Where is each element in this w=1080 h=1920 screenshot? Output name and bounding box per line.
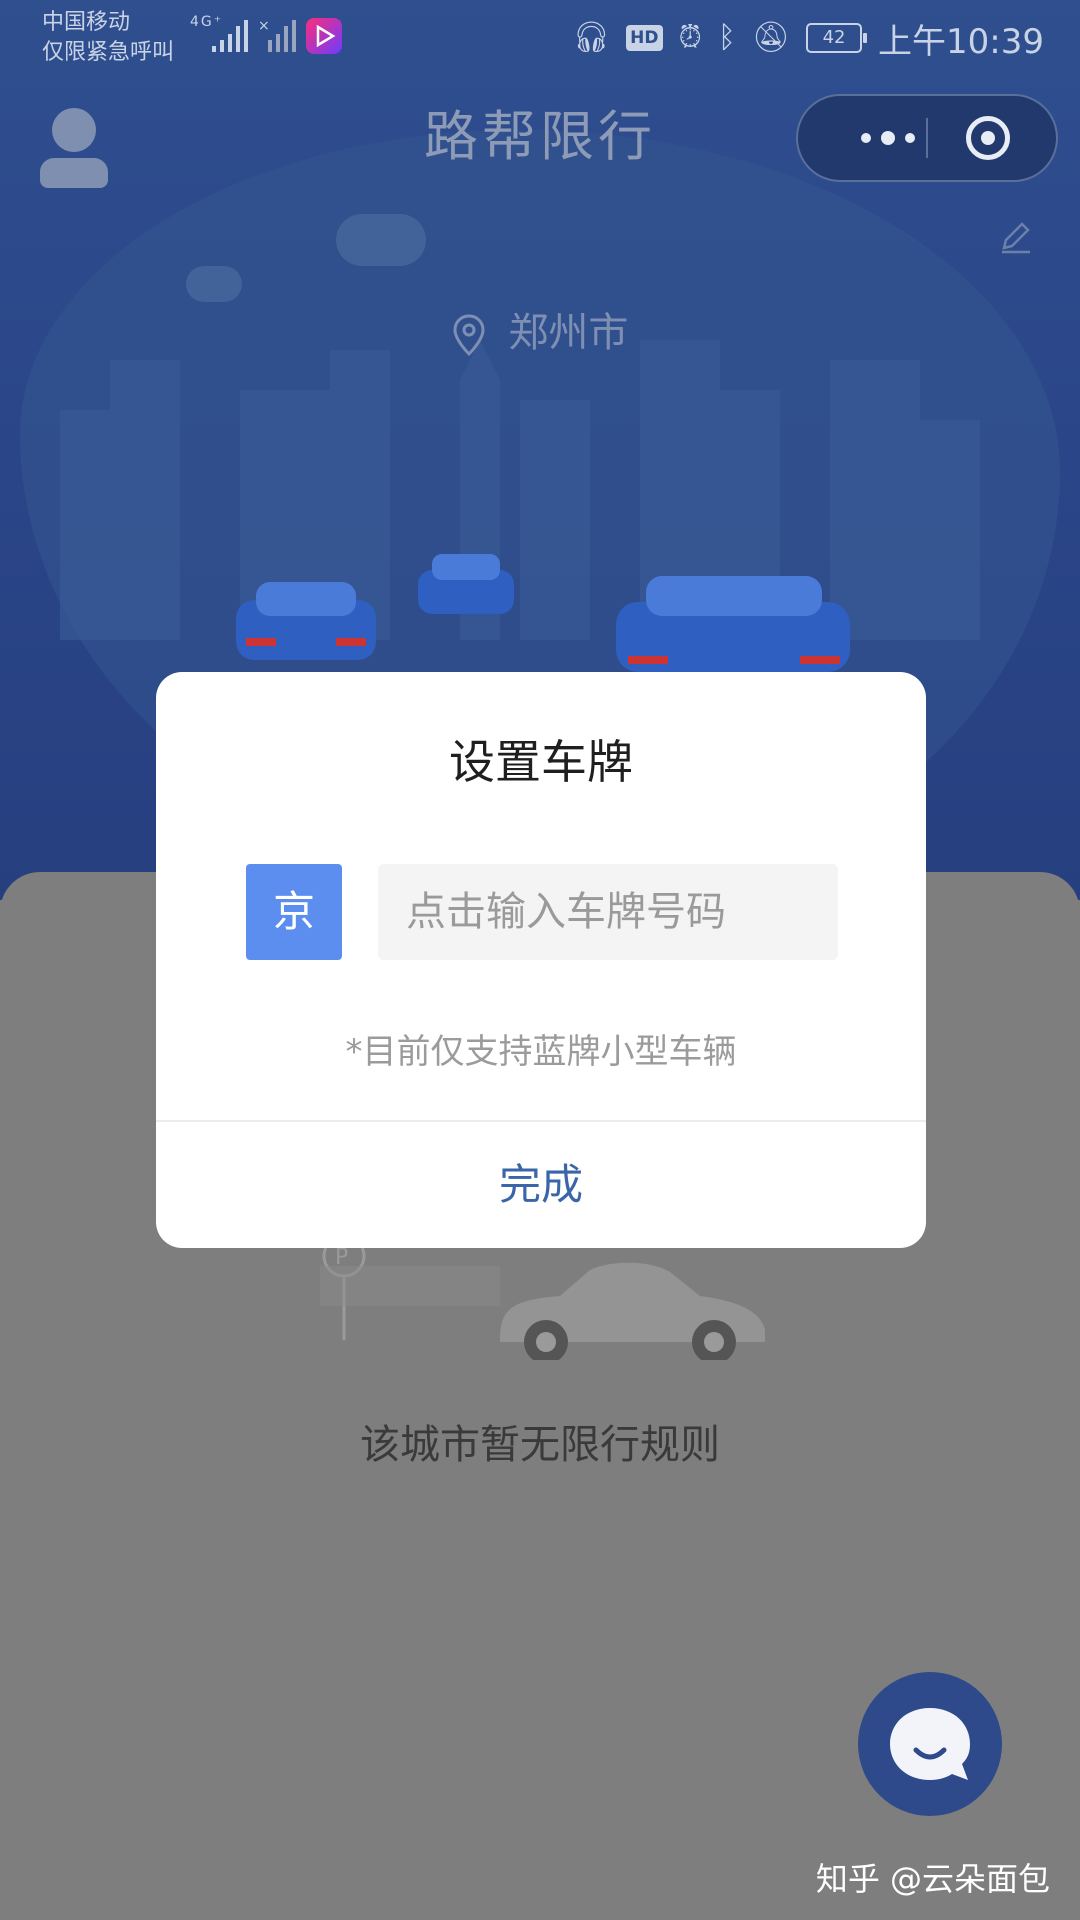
cloud-decoration (336, 214, 426, 266)
headphones-icon: 🎧︎ (572, 20, 611, 55)
mute-bell-icon: 🔕︎ (751, 20, 791, 55)
province-selector-button[interactable]: 京 (246, 864, 342, 960)
alarm-icon: ⏰︎ (678, 20, 702, 55)
status-icons: 🎧︎ HD ⏰︎ ᛒ 🔕︎ 42 上午10:39 (572, 14, 1044, 62)
capsule-divider (926, 118, 928, 158)
watermark: 知乎 @云朵面包 (815, 1860, 1050, 1898)
more-options-button[interactable] (838, 96, 938, 180)
city-name: 郑州市 (508, 310, 629, 356)
cloud-decoration (186, 266, 242, 302)
empty-state-text: 该城市暂无限行规则 (360, 1422, 720, 1468)
set-plate-dialog: 设置车牌 京 *目前仅支持蓝牌小型车辆 完成 (156, 672, 926, 1248)
dialog-title: 设置车牌 (449, 735, 633, 789)
location-pin-icon (453, 314, 485, 356)
carrier-info: 中国移动 仅限紧急呼叫 (42, 8, 174, 68)
plate-number-input[interactable] (378, 864, 838, 960)
clock: 上午10:39 (878, 21, 1044, 62)
plate-hint-text: *目前仅支持蓝牌小型车辆 (345, 1032, 737, 1072)
battery-icon: 42 (806, 23, 868, 53)
no-rules-illustration: P (320, 1234, 765, 1360)
signal-icon (212, 20, 248, 52)
miniprogram-capsule (796, 94, 1058, 182)
car-right (616, 576, 850, 672)
city-skyline-illustration (60, 340, 980, 672)
svg-text:×: × (258, 18, 270, 34)
video-app-icon (306, 18, 342, 54)
edit-icon[interactable] (996, 218, 1036, 258)
car-middle (418, 554, 514, 614)
chat-bubble-icon (890, 1708, 970, 1780)
close-miniprogram-button[interactable] (966, 116, 1010, 160)
carrier-name: 中国移动 (42, 10, 131, 35)
done-button[interactable]: 完成 (156, 1122, 926, 1248)
car-left (236, 582, 376, 660)
bluetooth-icon: ᛒ (717, 20, 736, 55)
status-bar: 中国移动 仅限紧急呼叫 4G⁺ × 🎧︎ HD ⏰︎ ᛒ 🔕︎ 42 上午10:… (0, 0, 1080, 76)
carrier-emergency: 仅限紧急呼叫 (42, 40, 175, 65)
hd-icon: HD (626, 25, 663, 51)
chat-button[interactable] (858, 1672, 1002, 1816)
city-selector[interactable]: 郑州市 (0, 300, 1080, 358)
signal-no-sim-icon: × (258, 18, 296, 52)
